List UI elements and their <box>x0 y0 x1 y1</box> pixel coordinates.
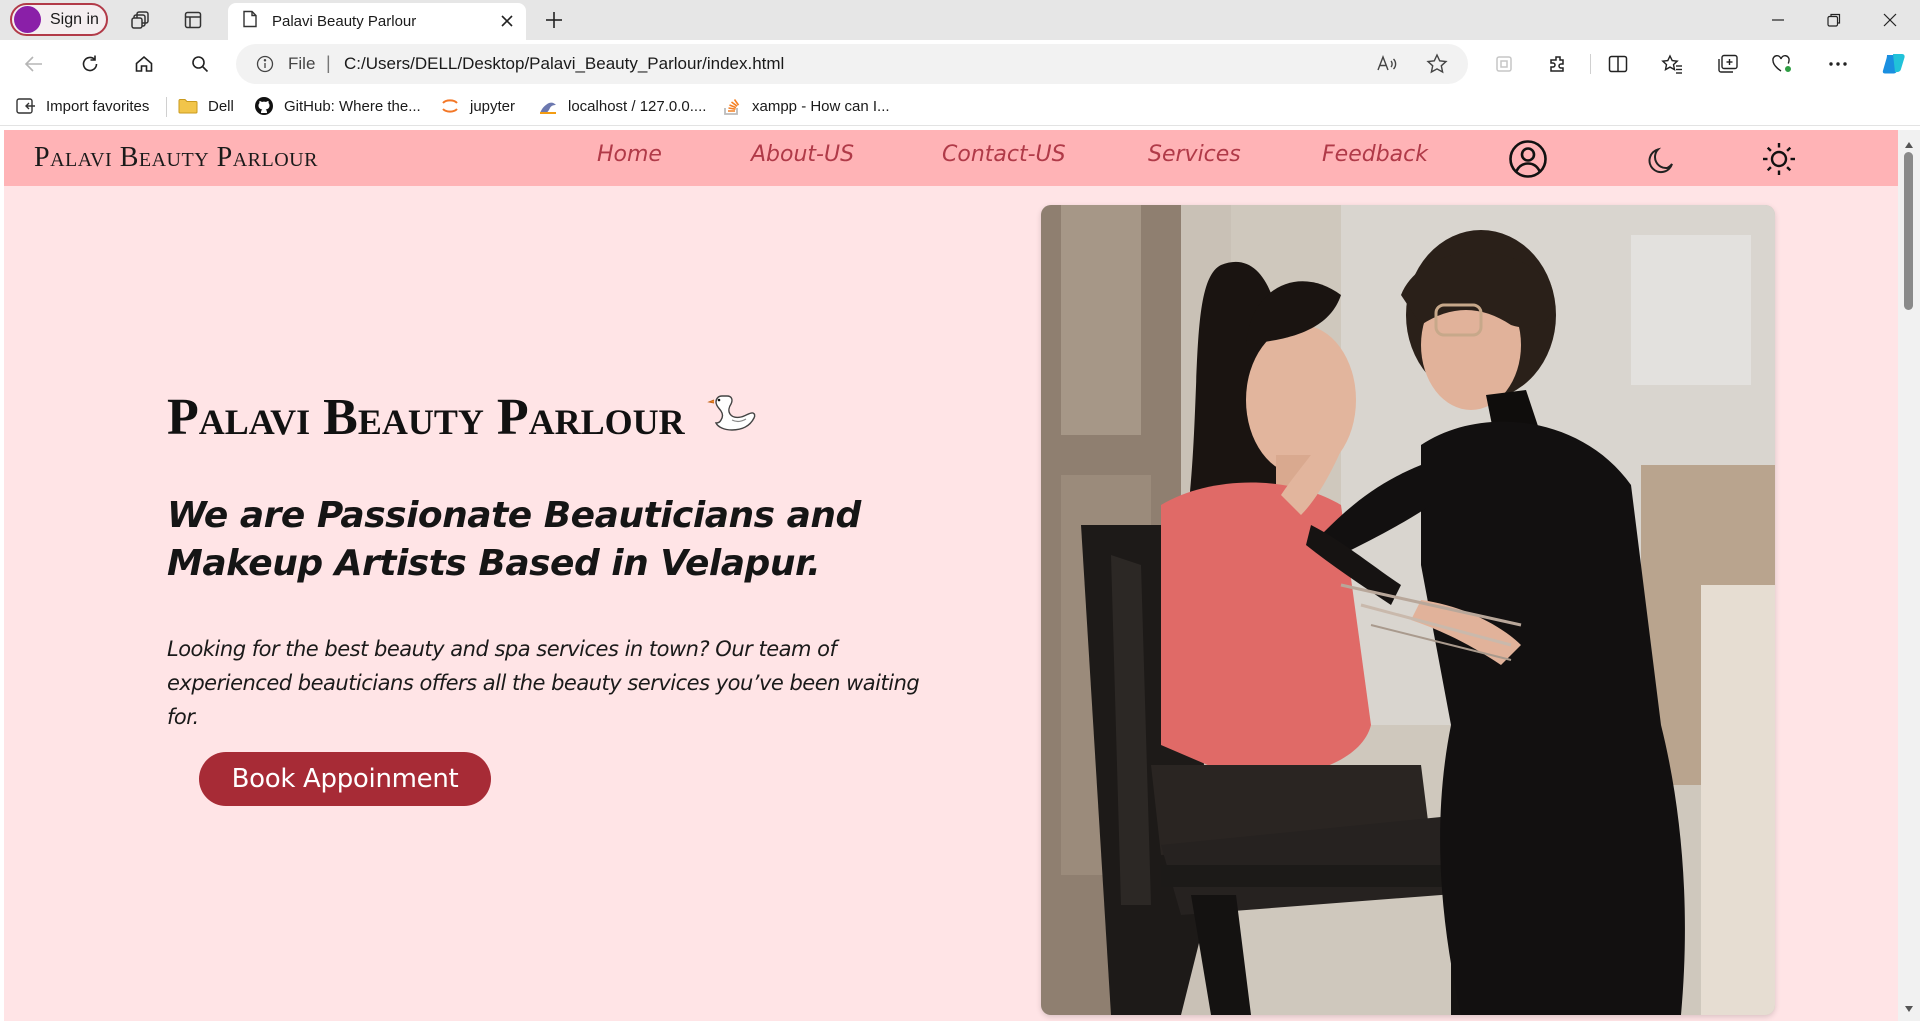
restore-icon[interactable] <box>1806 0 1862 40</box>
favorite-xampp[interactable]: xampp - How can I... <box>722 97 890 115</box>
site-navbar: Palavi Beauty Parlour Home About-US Cont… <box>4 130 1898 186</box>
favorite-github[interactable]: GitHub: Where the... <box>254 97 421 115</box>
favorite-label: Dell <box>208 97 234 115</box>
favorite-dell[interactable]: Dell <box>178 97 234 115</box>
home-icon[interactable] <box>128 49 160 79</box>
dark-mode-moon-icon[interactable] <box>1640 138 1682 180</box>
page-icon <box>242 10 258 33</box>
address-url[interactable]: C:/Users/DELL/Desktop/Palavi_Beauty_Parl… <box>344 54 784 74</box>
favorite-localhost[interactable]: localhost / 127.0.0.... <box>538 97 706 115</box>
page-viewport: Palavi Beauty Parlour Home About-US Cont… <box>4 130 1898 1021</box>
favorites-bar: Import favorites Dell GitHub: Where the.… <box>0 88 1920 126</box>
nav-home[interactable]: Home <box>597 142 662 167</box>
folder-icon <box>178 97 198 115</box>
stackoverflow-icon <box>722 97 742 115</box>
copilot-icon[interactable] <box>1878 49 1910 79</box>
favorite-star-icon[interactable] <box>1426 53 1448 80</box>
nav-services[interactable]: Services <box>1148 142 1241 167</box>
hero-title: Palavi Beauty Parlour <box>167 388 760 455</box>
favorite-label: GitHub: Where the... <box>284 97 421 115</box>
favorites-icon[interactable] <box>1656 49 1688 79</box>
active-tab[interactable]: Palavi Beauty Parlour <box>228 3 526 40</box>
read-aloud-icon[interactable] <box>1376 53 1398 80</box>
collections-icon[interactable] <box>1712 49 1744 79</box>
page-scrollbar[interactable] <box>1898 130 1920 1021</box>
book-appointment-button[interactable]: Book Appoinment <box>199 752 491 806</box>
address-scheme: File <box>288 54 316 73</box>
hero-title-text: Palavi Beauty Parlour <box>167 389 685 446</box>
profile-avatar <box>14 6 41 33</box>
hero-subtitle: We are Passionate Beauticians and Makeup… <box>167 495 861 584</box>
search-icon[interactable] <box>184 49 216 79</box>
favorite-label: jupyter <box>470 97 516 115</box>
address-bar[interactable]: File | C:/Users/DELL/Desktop/Palavi_Beau… <box>236 44 1468 84</box>
github-icon <box>254 97 274 115</box>
hero-description: Looking for the best beauty and spa serv… <box>167 637 920 729</box>
tab-actions-icon[interactable] <box>178 6 208 34</box>
browser-toolbar: File | C:/Users/DELL/Desktop/Palavi_Beau… <box>0 40 1920 88</box>
favorite-label: Import favorites <box>46 97 150 115</box>
hero-makeup-artist-photo <box>1041 205 1775 1015</box>
user-account-icon[interactable] <box>1507 138 1549 180</box>
minimize-icon[interactable] <box>1750 0 1806 40</box>
favorite-label: xampp - How can I... <box>752 97 890 115</box>
tab-title: Palavi Beauty Parlour <box>272 13 417 30</box>
more-options-icon[interactable] <box>1822 49 1854 79</box>
new-tab-icon[interactable] <box>540 7 568 33</box>
split-screen-icon[interactable] <box>1602 49 1634 79</box>
profile-sign-in-button[interactable]: Sign in <box>10 3 108 36</box>
site-info-icon[interactable] <box>256 55 274 78</box>
browser-essentials-icon[interactable] <box>1766 49 1798 79</box>
favorites-divider <box>166 97 167 117</box>
nav-contact-us[interactable]: Contact-US <box>942 142 1066 167</box>
close-tab-icon[interactable] <box>498 12 516 30</box>
address-separator: | <box>326 53 331 73</box>
collections-disabled-icon[interactable] <box>1488 49 1520 79</box>
favorite-jupyter[interactable]: jupyter <box>440 97 515 115</box>
jupyter-icon <box>440 97 460 115</box>
scroll-down-arrow-icon[interactable] <box>1904 1000 1914 1018</box>
browser-tab-strip: Sign in Palavi Beauty Parlour <box>0 0 1920 40</box>
scrollbar-thumb[interactable] <box>1904 152 1913 310</box>
nav-feedback[interactable]: Feedback <box>1322 142 1428 167</box>
phpmyadmin-icon <box>538 97 558 115</box>
site-brand[interactable]: Palavi Beauty Parlour <box>34 142 318 174</box>
sign-in-label: Sign in <box>50 10 99 28</box>
back-icon[interactable] <box>18 49 50 79</box>
swan-icon <box>704 390 760 455</box>
refresh-icon[interactable] <box>74 49 106 79</box>
extensions-icon[interactable] <box>1542 49 1574 79</box>
workspaces-icon[interactable] <box>126 6 156 34</box>
nav-about-us[interactable]: About-US <box>751 142 854 167</box>
close-window-icon[interactable] <box>1862 0 1918 40</box>
favorite-label: localhost / 127.0.0.... <box>568 97 707 115</box>
favorite-import[interactable]: Import favorites <box>16 97 149 115</box>
import-icon <box>16 97 36 115</box>
light-mode-sun-icon[interactable] <box>1758 138 1800 180</box>
toolbar-divider <box>1590 54 1591 74</box>
